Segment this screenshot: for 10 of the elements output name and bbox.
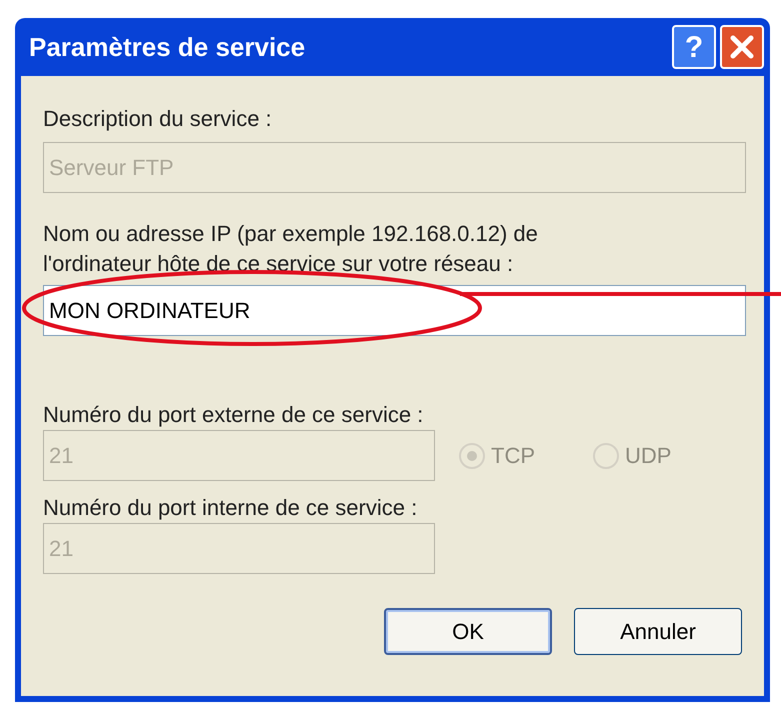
dialog-button[interactable]: Annuler (574, 608, 742, 655)
window-title: Paramètres de service (29, 30, 306, 64)
close-button[interactable] (720, 25, 764, 69)
close-icon (729, 34, 755, 60)
text-field[interactable]: MON ORDINATEUR (43, 285, 746, 336)
help-button[interactable]: ? (672, 25, 716, 69)
field-label: Description du service : (43, 105, 273, 132)
field-label: Numéro du port interne de ce service : (43, 494, 418, 521)
dialog-button[interactable]: OK (384, 608, 552, 655)
field-label: Numéro du port externe de ce service : (43, 401, 424, 428)
